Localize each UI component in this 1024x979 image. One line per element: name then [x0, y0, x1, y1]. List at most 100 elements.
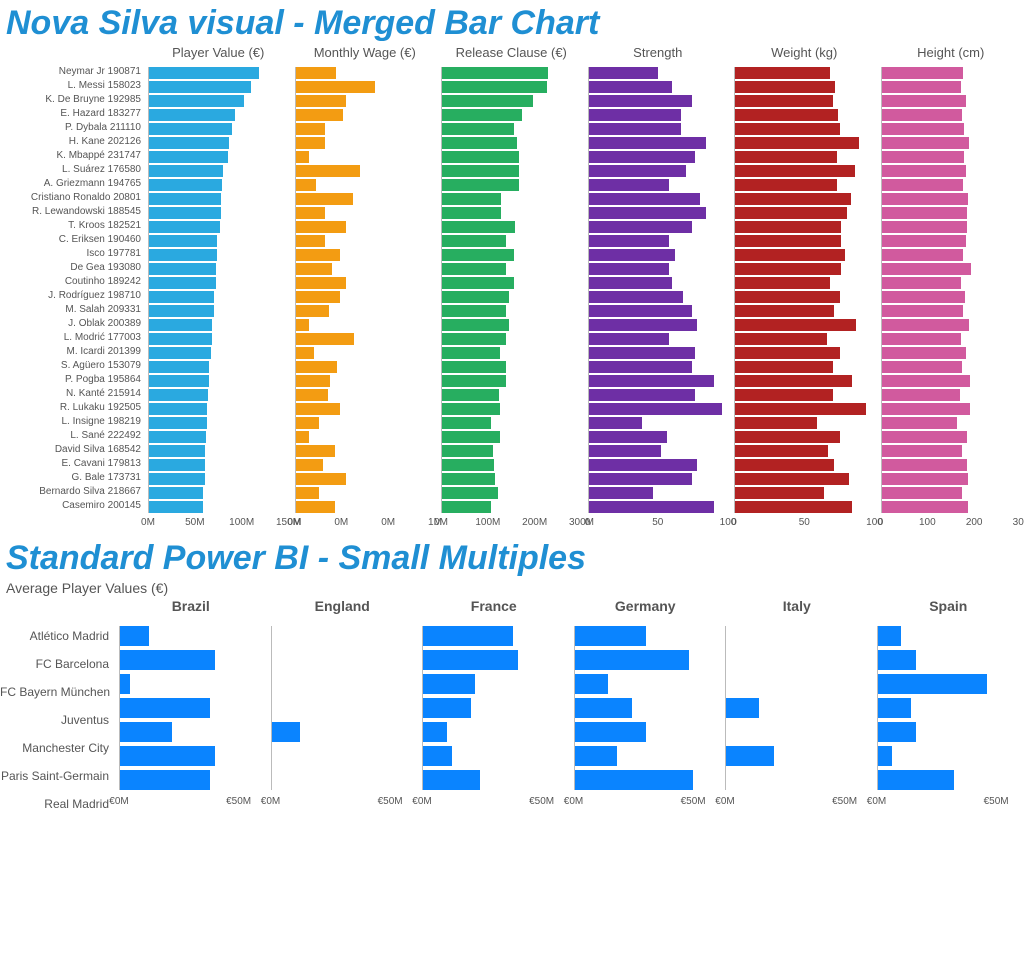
merged-bar	[296, 501, 335, 513]
merged-axis: 050100	[588, 515, 729, 535]
merged-row-label: David Silva 168542	[0, 443, 145, 457]
merged-bar	[735, 347, 840, 359]
merged-bar	[149, 361, 209, 373]
merged-bar	[882, 487, 962, 499]
merged-bar	[149, 95, 244, 107]
sm-series-bars	[574, 626, 718, 790]
merged-row-label: J. Oblak 200389	[0, 317, 145, 331]
merged-bar	[149, 347, 211, 359]
merged-bar	[589, 277, 673, 289]
sm-bar	[878, 770, 954, 790]
merged-bar	[735, 151, 837, 163]
merged-bar	[296, 235, 325, 247]
merged-row-label: K. Mbappé 231747	[0, 149, 145, 163]
merged-bar	[149, 417, 207, 429]
axis-tick: €0M	[261, 796, 280, 807]
sm-bar	[120, 626, 149, 646]
merged-bar	[442, 137, 517, 149]
axis-tick: €50M	[832, 796, 857, 807]
merged-bar	[589, 375, 715, 387]
sm-bar	[120, 746, 215, 766]
merged-series-bars	[734, 67, 875, 513]
sm-bar	[120, 674, 130, 694]
merged-row-label: Cristiano Ronaldo 20801	[0, 191, 145, 205]
merged-row-label: De Gea 193080	[0, 261, 145, 275]
merged-bar	[882, 333, 962, 345]
merged-bar	[296, 123, 325, 135]
merged-bar	[296, 333, 355, 345]
merged-bar	[589, 221, 692, 233]
merged-row-label: P. Dybala 211110	[0, 121, 145, 135]
merged-bar	[149, 123, 232, 135]
merged-bar	[296, 277, 346, 289]
merged-bar	[589, 95, 692, 107]
sm-series-col: Italy€0M€50M	[721, 598, 873, 814]
merged-bar	[442, 487, 498, 499]
merged-bar	[442, 417, 491, 429]
merged-row-label: Isco 197781	[0, 247, 145, 261]
merged-bar	[149, 207, 221, 219]
sm-bar	[878, 650, 916, 670]
axis-tick: 100M	[229, 517, 254, 528]
axis-tick: 0M	[141, 517, 155, 528]
merged-bar	[296, 67, 336, 79]
sm-bar	[575, 746, 618, 766]
merged-bar	[442, 249, 514, 261]
merged-axis: 0M100M200M300M	[441, 515, 582, 535]
merged-bar	[149, 221, 220, 233]
merged-bar	[735, 417, 817, 429]
merged-row-label: L. Sané 222492	[0, 429, 145, 443]
sm-bar	[878, 746, 892, 766]
merged-bar	[442, 319, 509, 331]
merged-bar	[149, 305, 214, 317]
axis-tick: €50M	[681, 796, 706, 807]
axis-tick: 50M	[185, 517, 204, 528]
axis-tick: 0M	[381, 517, 395, 528]
sm-row-labels: Atlético MadridFC BarcelonaFC Bayern Mün…	[0, 598, 115, 838]
merged-row-label: E. Cavani 179813	[0, 457, 145, 471]
title-merged: Nova Silva visual - Merged Bar Chart	[6, 4, 1024, 43]
merged-bar	[882, 81, 961, 93]
merged-axis: 0100200300	[881, 515, 1022, 535]
sm-axis: €0M€50M	[119, 794, 263, 814]
merged-bar	[882, 193, 969, 205]
merged-series-header: Height (cm)	[881, 45, 1022, 65]
merged-bar	[296, 459, 324, 471]
merged-bar	[589, 291, 684, 303]
merged-bar	[735, 81, 835, 93]
merged-bar	[296, 263, 332, 275]
merged-bar	[296, 389, 328, 401]
merged-bar	[149, 459, 205, 471]
merged-bar	[735, 403, 866, 415]
sm-series-col: Spain€0M€50M	[873, 598, 1024, 814]
merged-bar	[149, 81, 251, 93]
merged-bar	[589, 263, 670, 275]
merged-bar	[296, 151, 310, 163]
merged-row-label: C. Eriksen 190460	[0, 233, 145, 247]
merged-bar	[882, 123, 964, 135]
merged-bar	[442, 221, 515, 233]
merged-bar	[882, 319, 969, 331]
axis-tick: €0M	[412, 796, 431, 807]
sm-bar	[575, 698, 632, 718]
merged-bar	[296, 319, 310, 331]
merged-bar	[296, 431, 310, 443]
merged-bar	[882, 67, 963, 79]
merged-bar	[442, 333, 506, 345]
merged-row-label: R. Lukaku 192505	[0, 401, 145, 415]
merged-bar	[735, 207, 847, 219]
merged-bar	[882, 235, 966, 247]
merged-bar	[296, 403, 341, 415]
sm-bar	[575, 674, 608, 694]
merged-bar	[149, 445, 205, 457]
merged-bar	[442, 389, 499, 401]
merged-bar	[735, 137, 859, 149]
merged-bar	[442, 81, 547, 93]
merged-bar	[296, 291, 341, 303]
merged-bar	[882, 221, 967, 233]
sm-bar	[120, 770, 210, 790]
merged-bar	[735, 501, 852, 513]
merged-bar	[735, 361, 833, 373]
merged-bar	[589, 109, 681, 121]
sm-bar	[120, 650, 215, 670]
